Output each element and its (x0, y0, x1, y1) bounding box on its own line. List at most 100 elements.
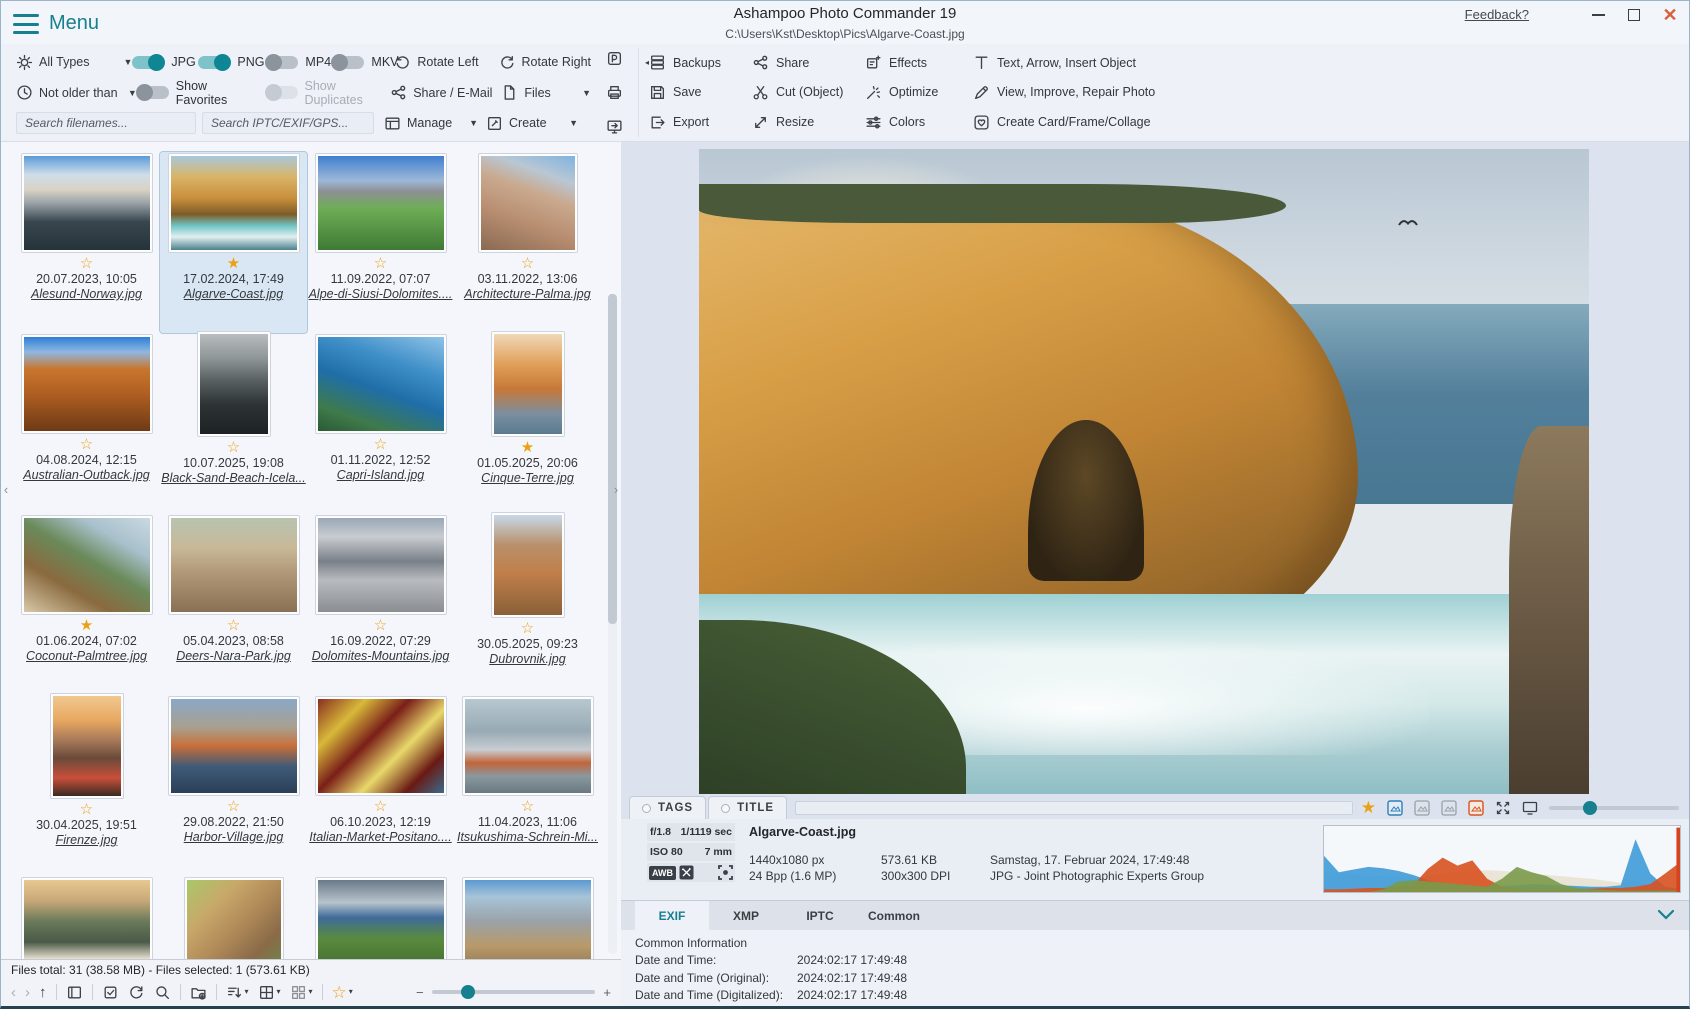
metadata-tab-common[interactable]: Common (857, 901, 931, 930)
thumbnail-zoom-slider-knob[interactable] (461, 985, 475, 999)
preview-zoom-slider-knob[interactable] (1583, 801, 1597, 815)
thumbnail-cell[interactable]: ☆ 11.09.2022, 07:07 Alpe-di-Siusi-Dolomi… (307, 152, 454, 333)
favorite-star-icon[interactable]: ☆ (80, 255, 93, 272)
tab-tags[interactable]: TAGS (629, 796, 706, 819)
thumbnail-cell[interactable]: ☆ 30.05.2025, 09:23 Dubrovnik.jpg (454, 514, 601, 695)
favorite-star-icon[interactable]: ☆ (521, 255, 534, 272)
thumbnail-zoom-slider[interactable] (432, 990, 596, 994)
metadata-tab-xmp[interactable]: XMP (709, 901, 783, 930)
favorite-star-icon[interactable]: ★ (521, 439, 534, 456)
thumbnail-image[interactable] (185, 878, 283, 959)
feedback-link[interactable]: Feedback? (1465, 7, 1529, 22)
optimize-button[interactable]: Optimize (865, 84, 965, 101)
filter-toggle-mkv[interactable]: MKV (332, 55, 394, 69)
search-metadata-input[interactable] (202, 112, 374, 134)
search-icon[interactable] (154, 984, 171, 1001)
grid-scrollbar[interactable] (608, 294, 617, 954)
search-filenames-input[interactable] (16, 112, 196, 134)
preview-photo[interactable] (699, 149, 1589, 794)
cut-object-button[interactable]: Cut (Object) (752, 84, 857, 101)
close-button[interactable]: ✕ (1659, 5, 1681, 25)
thumbnail-image[interactable] (198, 332, 270, 436)
thumbnail-cell[interactable]: ☆ 04.08.2024, 12:15 Australian-Outback.j… (13, 333, 160, 514)
thumbnail-image[interactable] (22, 878, 152, 959)
thumbnail-size-button[interactable]: ▾ (290, 984, 313, 1001)
thumbnail-image[interactable] (316, 878, 446, 959)
thumbnail-cell[interactable]: ☆ 05.04.2023, 08:58 Deers-Nara-Park.jpg (160, 514, 307, 695)
thumbnail-cell[interactable]: ☆ 03.11.2022, 13:06 Architecture-Palma.j… (454, 152, 601, 333)
favorite-star-icon[interactable]: ★ (227, 255, 240, 272)
thumbnail-filename[interactable]: Deers-Nara-Park.jpg (176, 649, 291, 664)
metadata-tab-iptc[interactable]: IPTC (783, 901, 857, 930)
thumbnail-filename[interactable]: Harbor-Village.jpg (184, 830, 284, 845)
thumbnail-filename[interactable]: Itsukushima-Schrein-Mi... (457, 830, 598, 845)
thumbnail-image[interactable] (169, 516, 299, 614)
rotate-left-button[interactable]: Rotate Left (394, 54, 484, 71)
filter-toggle-png[interactable]: PNG (198, 55, 260, 69)
create-menu-button[interactable]: Create ▼ (486, 115, 578, 132)
favorite-star-icon[interactable]: ☆ (227, 439, 240, 456)
share-button[interactable]: Share (752, 54, 857, 71)
share-email-button[interactable]: Share / E-Mail (390, 84, 497, 101)
panel-layout-toggle[interactable] (66, 984, 83, 1001)
thumbnail-image[interactable] (169, 154, 299, 252)
thumbnail-filename[interactable]: Algarve-Coast.jpg (184, 287, 283, 302)
thumbnail-image[interactable] (169, 697, 299, 795)
thumbnail-cell[interactable]: ★ 17.02.2024, 17:49 Algarve-Coast.jpg (160, 152, 307, 333)
slideshow-monitor-icon[interactable] (606, 118, 623, 135)
thumbnail-image[interactable] (316, 154, 446, 252)
favorite-star-icon[interactable]: ★ (1361, 799, 1376, 816)
favorite-star-icon[interactable]: ☆ (227, 798, 240, 815)
thumbnail-cell[interactable] (13, 876, 160, 959)
thumbnail-image[interactable] (492, 513, 564, 617)
fit-mode-1-icon[interactable] (1387, 800, 1403, 816)
nav-forward-button[interactable]: › (25, 985, 30, 1000)
thumbnail-image[interactable] (463, 697, 593, 795)
thumbnail-cell[interactable]: ☆ 11.04.2023, 11:06 Itsukushima-Schrein-… (454, 695, 601, 876)
favorite-star-icon[interactable]: ☆ (227, 617, 240, 634)
collapse-panel-chevron-icon[interactable] (1657, 908, 1675, 922)
fit-mode-4-icon[interactable] (1468, 800, 1484, 816)
select-all-checkbox-button[interactable] (102, 984, 119, 1001)
create-card-collage-button[interactable]: Create Card/Frame/Collage (973, 114, 1689, 131)
sort-order-button[interactable]: ▾ (226, 984, 249, 1001)
thumbnail-image[interactable] (479, 154, 577, 252)
favorite-star-icon[interactable]: ☆ (80, 801, 93, 818)
filter-toggle-mp4[interactable]: MP4 (266, 55, 328, 69)
thumbnail-image[interactable] (22, 154, 152, 252)
thumbnail-filename[interactable]: Capri-Island.jpg (337, 468, 425, 483)
preview-zoom-slider[interactable] (1549, 806, 1679, 810)
thumbnail-cell[interactable]: ☆ 20.07.2023, 10:05 Alesund-Norway.jpg (13, 152, 160, 333)
effects-button[interactable]: Effects (865, 54, 965, 71)
thumbnail-filename[interactable]: Australian-Outback.jpg (23, 468, 149, 483)
thumbnail-cell[interactable] (454, 876, 601, 959)
favorite-star-icon[interactable]: ☆ (374, 436, 387, 453)
thumbnail-cell[interactable]: ☆ 01.11.2022, 12:52 Capri-Island.jpg (307, 333, 454, 514)
thumbnail-cell[interactable]: ★ 01.05.2025, 20:06 Cinque-Terre.jpg (454, 333, 601, 514)
thumbnail-cell[interactable]: ☆ 29.08.2022, 21:50 Harbor-Village.jpg (160, 695, 307, 876)
export-button[interactable]: Export (649, 114, 744, 131)
colors-button[interactable]: Colors (865, 114, 965, 131)
rotate-right-button[interactable]: Rotate Right (499, 54, 591, 71)
thumbnail-filename[interactable]: Italian-Market-Positano.... (309, 830, 451, 845)
photo-preview-area[interactable] (621, 142, 1689, 794)
files-menu-button[interactable]: Files ▼ (501, 84, 591, 101)
filter-toggle-jpg[interactable]: JPG (132, 55, 192, 69)
view-improve-repair-button[interactable]: View, Improve, Repair Photo (973, 84, 1689, 101)
thumbnail-filename[interactable]: Dubrovnik.jpg (489, 652, 565, 667)
maximize-button[interactable] (1623, 5, 1645, 25)
not-older-than-filter-button[interactable]: Not older than ▼ (16, 84, 137, 101)
favorite-star-icon[interactable]: ☆ (374, 255, 387, 272)
tab-title[interactable]: TITLE (708, 796, 787, 819)
fit-mode-3-icon[interactable] (1441, 800, 1457, 816)
thumbnail-image[interactable] (316, 516, 446, 614)
printer-icon[interactable] (606, 84, 623, 101)
thumbnail-cell[interactable] (307, 876, 454, 959)
favorite-star-icon[interactable]: ☆ (521, 620, 534, 637)
view-mode-button[interactable]: ▾ (258, 984, 281, 1001)
thumbnail-filename[interactable]: Coconut-Palmtree.jpg (26, 649, 147, 664)
grid-scrollbar-thumb[interactable] (608, 294, 617, 624)
zoom-out-icon[interactable]: − (416, 985, 424, 1000)
thumbnail-filename[interactable]: Architecture-Palma.jpg (464, 287, 590, 302)
text-arrow-insert-button[interactable]: Text, Arrow, Insert Object (973, 54, 1689, 71)
